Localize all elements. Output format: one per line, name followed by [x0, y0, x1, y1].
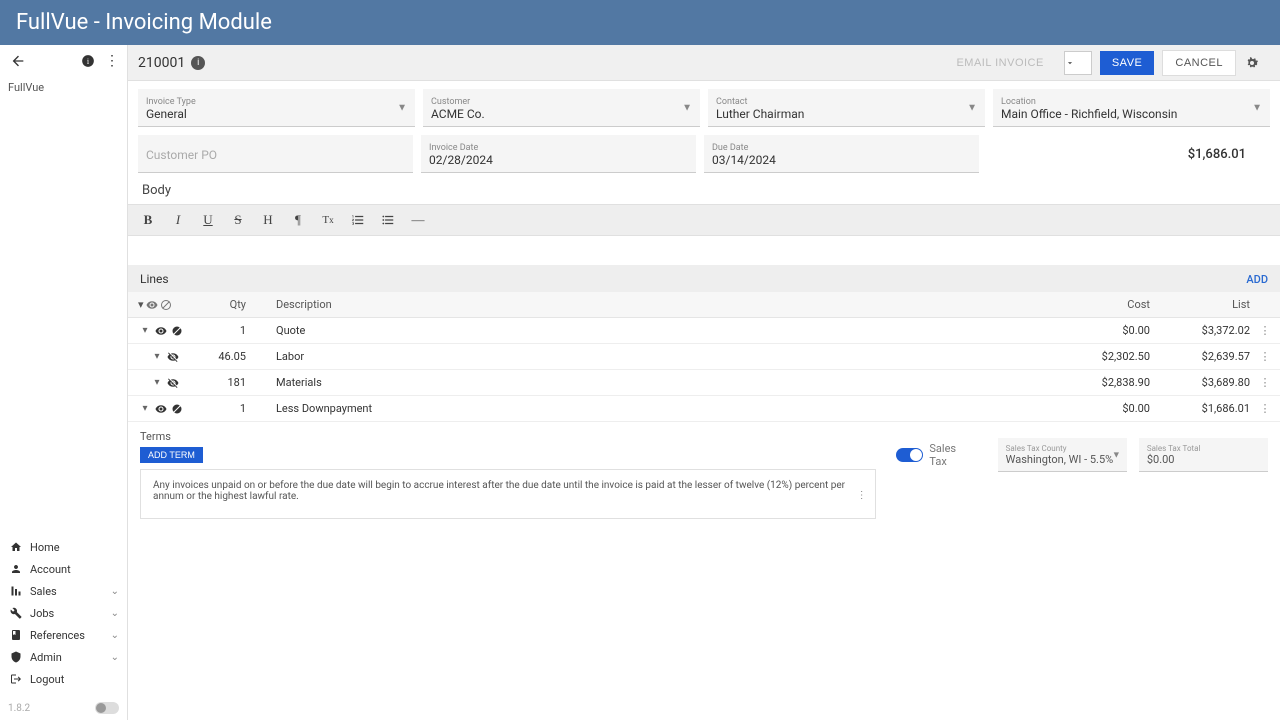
heading-button[interactable]: H: [258, 209, 278, 231]
more-icon[interactable]: ⋮: [103, 52, 121, 70]
sales-icon: [8, 585, 24, 597]
person-icon: [8, 563, 24, 575]
body-title: Body: [128, 173, 1280, 204]
nav-item-sales[interactable]: Sales⌄: [0, 580, 127, 602]
row-menu-icon[interactable]: ⋮: [1260, 324, 1271, 337]
sidebar: i ⋮ FullVue HomeAccountSales⌄Jobs⌄Refere…: [0, 45, 128, 720]
nav-item-references[interactable]: References⌄: [0, 624, 127, 646]
expand-icon[interactable]: ▾: [150, 351, 164, 362]
row-menu-icon[interactable]: ⋮: [1260, 402, 1271, 415]
chevron-down-icon: ▼: [397, 102, 407, 113]
toolbar: 210001 i EMAIL INVOICE SAVE CANCEL: [128, 45, 1280, 81]
line-row[interactable]: ▾181Materials$2,838.90$3,689.80⋮: [128, 370, 1280, 396]
nav-item-admin[interactable]: Admin⌄: [0, 646, 127, 668]
nav-item-jobs[interactable]: Jobs⌄: [0, 602, 127, 624]
term-text: Any invoices unpaid on or before the due…: [153, 480, 845, 502]
terms-title: Terms: [140, 430, 876, 443]
location-field[interactable]: Location Main Office - Richfield, Wiscon…: [993, 89, 1270, 127]
back-button[interactable]: [6, 49, 30, 73]
settings-button[interactable]: [1244, 51, 1270, 75]
breadcrumb[interactable]: FullVue: [0, 77, 127, 98]
app-title: FullVue - Invoicing Module: [16, 10, 272, 35]
expand-icon[interactable]: ▾: [150, 377, 164, 388]
info-badge-icon[interactable]: i: [191, 56, 205, 70]
expand-icon[interactable]: ▾: [138, 403, 152, 414]
row-menu-icon[interactable]: ⋮: [1260, 376, 1271, 389]
strike-icon[interactable]: [170, 403, 184, 415]
save-button[interactable]: SAVE: [1100, 51, 1155, 75]
clear-format-button[interactable]: Tx: [318, 209, 338, 231]
term-menu-icon[interactable]: ⋮: [857, 490, 867, 501]
info-icon[interactable]: i: [79, 52, 97, 70]
lines-header: Lines ADD: [128, 266, 1280, 292]
customer-po-field[interactable]: Customer PO: [138, 135, 413, 173]
chevron-down-icon: ▼: [1112, 449, 1121, 460]
logout-icon: [8, 673, 24, 685]
visibility-icon[interactable]: [154, 325, 168, 337]
line-row[interactable]: ▾1Quote$0.00$3,372.02⋮: [128, 318, 1280, 344]
nav-item-account[interactable]: Account: [0, 558, 127, 580]
nav-item-home[interactable]: Home: [0, 536, 127, 558]
chevron-down-icon: ▼: [1252, 102, 1262, 113]
chevron-down-icon: ⌄: [111, 630, 119, 641]
paragraph-button[interactable]: ¶: [288, 209, 308, 231]
book-icon: [8, 629, 24, 641]
due-date-field[interactable]: Due Date 03/14/2024: [704, 135, 979, 173]
chevron-down-icon: ⌄: [111, 608, 119, 619]
sales-tax-toggle[interactable]: [896, 448, 924, 462]
chevron-down-icon: ⌄: [111, 652, 119, 663]
body-editor[interactable]: [128, 236, 1280, 266]
sales-tax-total-field: Sales Tax Total $0.00: [1139, 438, 1268, 472]
invoice-type-field[interactable]: Invoice Type General ▼: [138, 89, 415, 127]
visibility-icon[interactable]: [166, 377, 180, 389]
sales-tax-county-field[interactable]: Sales Tax County Washington, WI - 5.5% ▼: [998, 438, 1127, 472]
email-dropdown-button[interactable]: [1064, 51, 1092, 75]
home-icon: [8, 541, 24, 553]
visibility-icon[interactable]: [166, 351, 180, 363]
customer-field[interactable]: Customer ACME Co. ▼: [423, 89, 700, 127]
strike-icon[interactable]: [160, 299, 172, 311]
underline-button[interactable]: U: [198, 209, 218, 231]
admin-icon: [8, 651, 24, 663]
rte-toolbar: B I U S H ¶ Tx —: [128, 204, 1280, 236]
hr-button[interactable]: —: [408, 209, 428, 231]
strike-icon[interactable]: [170, 325, 184, 337]
cancel-button[interactable]: CANCEL: [1162, 50, 1236, 76]
eye-icon[interactable]: [146, 299, 158, 311]
theme-toggle[interactable]: [95, 702, 119, 714]
invoice-number: 210001 i: [138, 55, 205, 71]
nav-item-logout[interactable]: Logout: [0, 668, 127, 690]
bold-button[interactable]: B: [138, 209, 158, 231]
expand-icon[interactable]: ▾: [138, 325, 152, 336]
chevron-down-icon: ▼: [967, 102, 977, 113]
chevron-down-icon: ▼: [682, 102, 692, 113]
wrench-icon: [8, 607, 24, 619]
chevron-down-icon: ⌄: [111, 586, 119, 597]
add-line-button[interactable]: ADD: [1246, 273, 1268, 286]
term-text-box[interactable]: Any invoices unpaid on or before the due…: [140, 469, 876, 519]
add-term-button[interactable]: ADD TERM: [140, 447, 203, 463]
lines-column-header: ▾ Qty Description Cost List: [128, 292, 1280, 318]
version-text: 1.8.2: [8, 703, 30, 714]
italic-button[interactable]: I: [168, 209, 188, 231]
version-row: 1.8.2: [8, 702, 119, 714]
collapse-all-icon[interactable]: ▾: [138, 298, 144, 311]
contact-field[interactable]: Contact Luther Chairman ▼: [708, 89, 985, 127]
line-row[interactable]: ▾1Less Downpayment$0.00$1,686.01⋮: [128, 396, 1280, 422]
bullet-list-button[interactable]: [378, 209, 398, 231]
invoice-total: $1,686.01: [987, 135, 1270, 173]
row-menu-icon[interactable]: ⋮: [1260, 350, 1271, 363]
sales-tax-label: Sales Tax: [929, 442, 975, 468]
ordered-list-button[interactable]: [348, 209, 368, 231]
visibility-icon[interactable]: [154, 403, 168, 415]
lines-title: Lines: [140, 272, 169, 286]
strike-button[interactable]: S: [228, 209, 248, 231]
invoice-date-field[interactable]: Invoice Date 02/28/2024: [421, 135, 696, 173]
line-row[interactable]: ▾46.05Labor$2,302.50$2,639.57⋮: [128, 344, 1280, 370]
title-bar: FullVue - Invoicing Module: [0, 0, 1280, 45]
email-invoice-button[interactable]: EMAIL INVOICE: [944, 51, 1055, 75]
